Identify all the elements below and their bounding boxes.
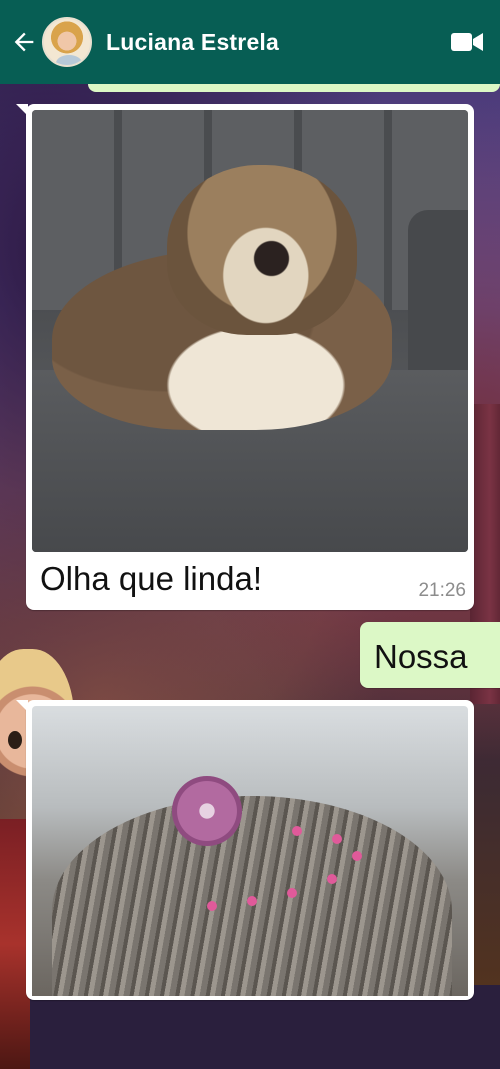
message-image[interactable] xyxy=(32,110,468,552)
arrow-left-icon xyxy=(14,32,34,52)
message-bubble-incoming[interactable]: Olha que linda! 21:26 xyxy=(16,104,474,610)
message-bubble-incoming[interactable] xyxy=(16,700,474,1000)
video-camera-icon xyxy=(451,33,483,51)
message-image[interactable] xyxy=(32,706,468,996)
contact-name[interactable]: Luciana Estrela xyxy=(106,29,450,56)
message-bubble-outgoing[interactable]: Nossa xyxy=(360,622,500,688)
video-call-button[interactable] xyxy=(450,27,484,57)
back-button[interactable] xyxy=(8,22,40,62)
message-timestamp: 21:26 xyxy=(418,580,466,601)
avatar[interactable] xyxy=(42,17,92,67)
message-text: Nossa xyxy=(374,638,468,675)
message-text: Olha que linda! xyxy=(40,560,262,597)
chat-header: Luciana Estrela xyxy=(0,0,500,84)
message-bubble-outgoing-partial[interactable] xyxy=(88,84,500,92)
